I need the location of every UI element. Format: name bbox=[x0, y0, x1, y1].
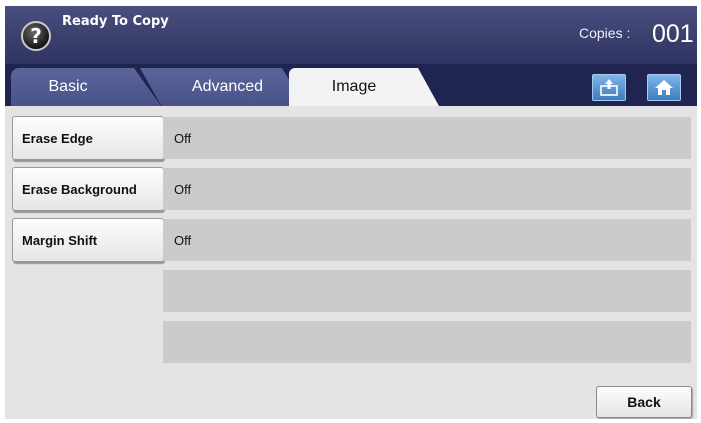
tab-basic[interactable]: Basic bbox=[11, 68, 161, 106]
erase-background-value: Off bbox=[163, 168, 691, 210]
copies-count[interactable]: 001 bbox=[652, 20, 694, 49]
status-text: Ready To Copy bbox=[62, 14, 169, 29]
copy-screen: ? Ready To Copy Copies : 001 Basic Advan… bbox=[5, 6, 697, 419]
empty-row-value bbox=[163, 321, 691, 363]
empty-row-value bbox=[163, 270, 691, 312]
tab-image[interactable]: Image bbox=[289, 68, 439, 106]
tab-bar: Basic Advanced Image bbox=[5, 64, 697, 106]
erase-edge-value: Off bbox=[163, 117, 691, 159]
tab-advanced[interactable]: Advanced bbox=[140, 68, 305, 106]
home-button[interactable] bbox=[647, 74, 681, 101]
home-icon bbox=[655, 80, 673, 95]
margin-shift-button[interactable]: Margin Shift bbox=[12, 218, 164, 262]
margin-shift-value: Off bbox=[163, 219, 691, 261]
back-button[interactable]: Back bbox=[596, 386, 692, 418]
copy-stack-icon bbox=[600, 79, 618, 96]
help-icon[interactable]: ? bbox=[21, 21, 51, 51]
copies-label: Copies : bbox=[579, 25, 631, 41]
erase-background-button[interactable]: Erase Background bbox=[12, 167, 164, 211]
erase-edge-button[interactable]: Erase Edge bbox=[12, 116, 164, 160]
copy-stack-button[interactable] bbox=[592, 74, 626, 101]
status-header: ? Ready To Copy Copies : 001 bbox=[5, 6, 697, 64]
